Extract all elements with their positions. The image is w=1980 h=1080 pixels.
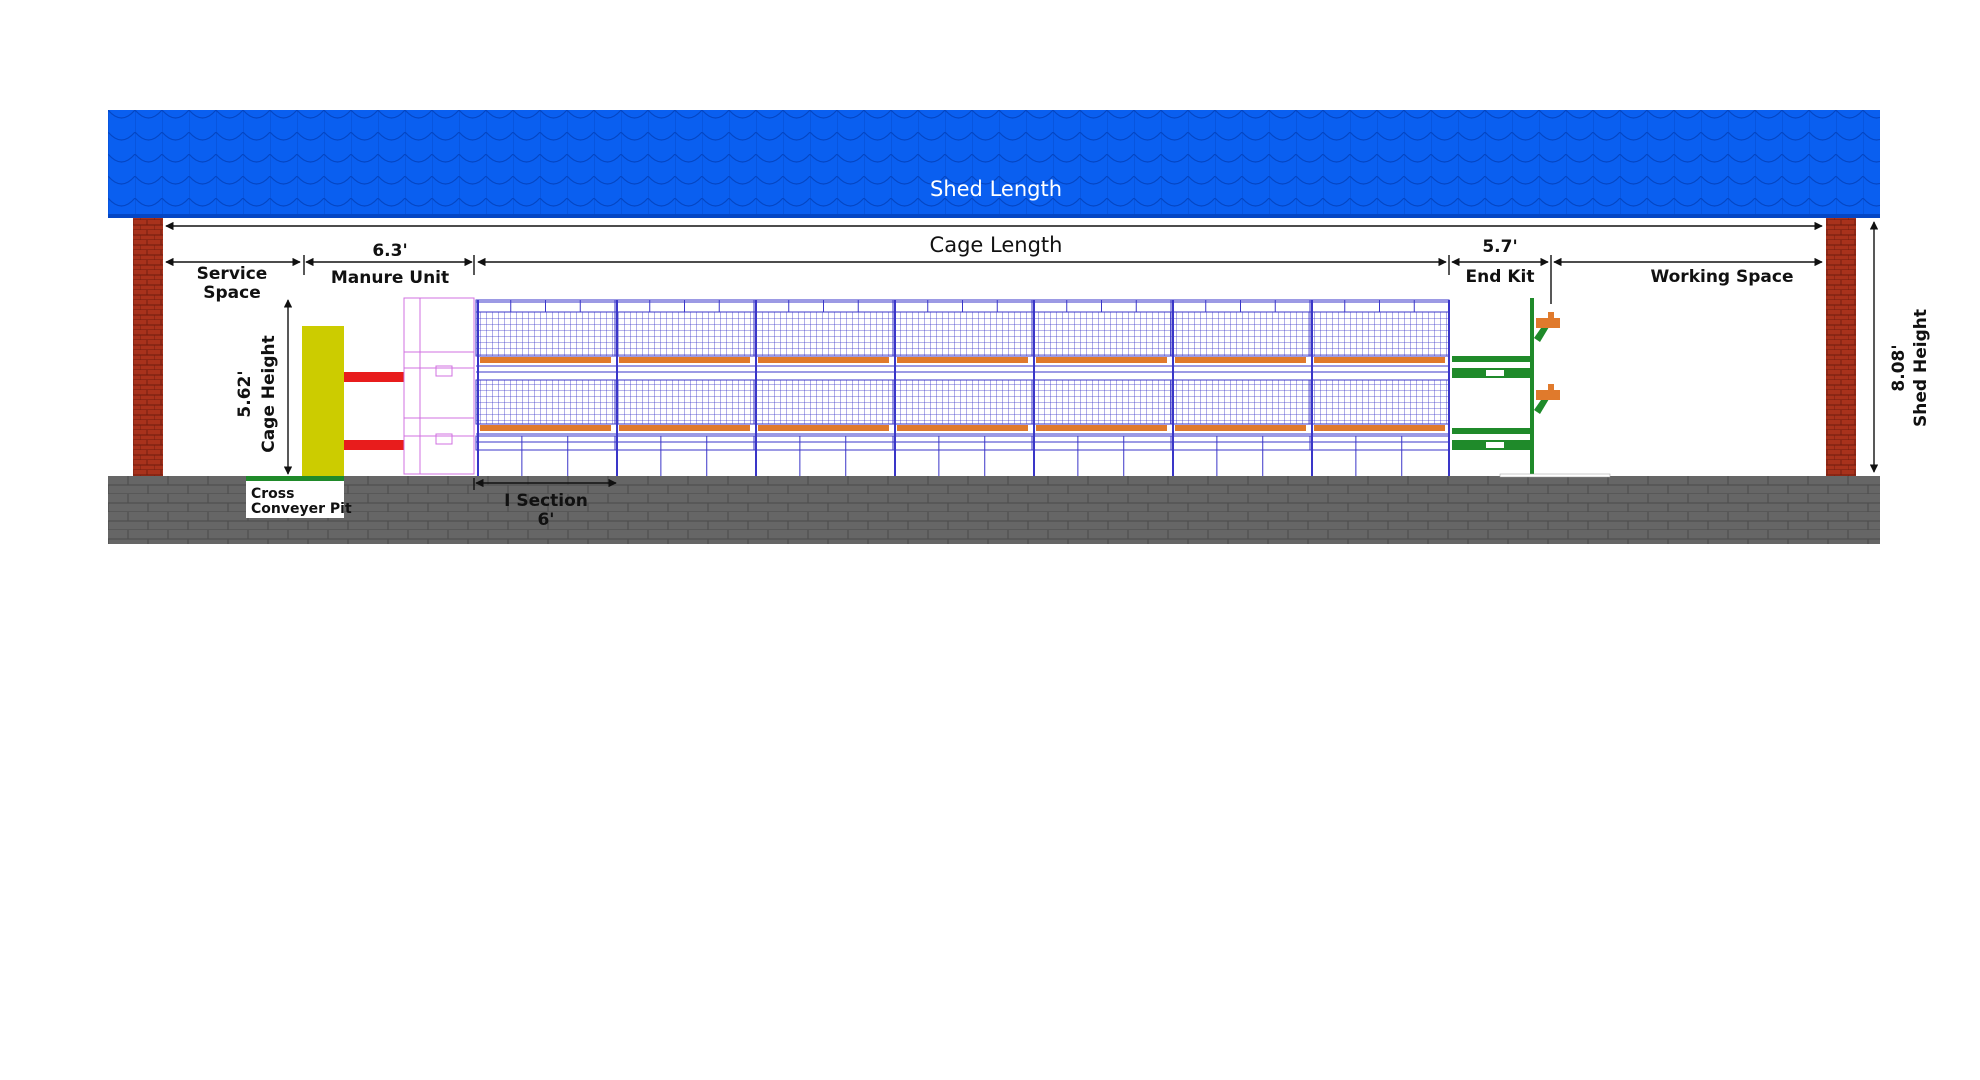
roof-edge [108, 214, 1880, 218]
manure-unit [302, 297, 475, 476]
ground-floor [108, 476, 1880, 544]
cage-section [1170, 299, 1311, 476]
cross-conveyor-label-2: Conveyer Pit [251, 501, 352, 517]
cage-height-label: Cage Height [259, 335, 279, 453]
service-space-label-2: Space [203, 283, 261, 303]
feeder-trough [1314, 425, 1445, 431]
manure-pipe-upper [344, 372, 404, 382]
shed-height-label: Shed Height [1911, 309, 1931, 427]
cage-section [1031, 299, 1172, 476]
shed-length-label: Shed Length [930, 177, 1062, 201]
feeder-trough [1036, 357, 1167, 363]
feeder-trough [619, 357, 750, 363]
shed-height-value: 8.08' [1889, 344, 1909, 391]
cage-section [753, 299, 894, 476]
cage-section [1309, 299, 1450, 476]
feeder-trough [1036, 425, 1167, 431]
roof-tiles [108, 110, 1880, 218]
cage-assembly [475, 299, 1450, 476]
feeder-trough [1175, 425, 1306, 431]
feeder-trough [758, 425, 889, 431]
i-section-value: 6' [537, 510, 554, 530]
feeder-trough [619, 425, 750, 431]
manure-pipe-lower [344, 440, 404, 450]
cross-conveyor-pit: Cross Conveyer Pit [246, 476, 352, 518]
end-kit-value: 5.7' [1482, 237, 1517, 257]
service-space-label-1: Service [197, 264, 268, 284]
end-kit-motor-lower [1536, 384, 1560, 400]
cross-conveyor-label-1: Cross [251, 486, 294, 502]
manure-frame [403, 297, 475, 475]
end-kit [1452, 298, 1611, 478]
cage-section [614, 299, 755, 476]
cage-length-label: Cage Length [930, 233, 1063, 257]
manure-unit-label: Manure Unit [331, 268, 449, 288]
feeder-trough [758, 357, 889, 363]
poultry-shed-diagram: Shed Length Cross Conveyer Pit Cage Leng… [108, 110, 1931, 544]
manure-unit-value: 6.3' [372, 241, 407, 261]
end-kit-label: End Kit [1466, 267, 1535, 287]
cage-section [475, 299, 616, 476]
left-pillar [133, 218, 163, 476]
working-space-label: Working Space [1650, 267, 1793, 287]
feeder-trough [897, 425, 1028, 431]
i-section-label: I Section [504, 491, 588, 511]
feeder-trough [480, 425, 611, 431]
feeder-trough [480, 357, 611, 363]
cage-section [892, 299, 1033, 476]
feeder-trough [1314, 357, 1445, 363]
feeder-trough [1175, 357, 1306, 363]
cage-height-value: 5.62' [235, 370, 255, 417]
end-kit-motor-upper [1536, 312, 1560, 328]
right-pillar [1826, 218, 1856, 476]
roof: Shed Length [108, 110, 1880, 218]
manure-unit-box [302, 326, 344, 476]
feeder-trough [897, 357, 1028, 363]
